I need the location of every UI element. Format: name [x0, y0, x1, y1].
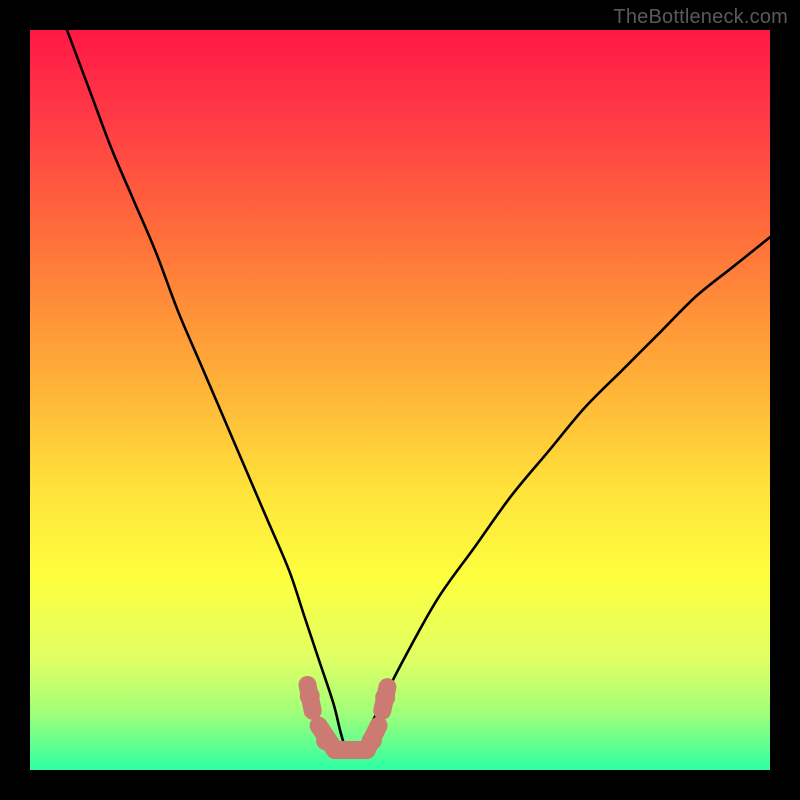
gradient-background [30, 30, 770, 770]
overlay-band-dot [316, 730, 336, 750]
plot-area [30, 30, 770, 770]
watermark-text: TheBottleneck.com [613, 6, 788, 29]
chart-svg [30, 30, 770, 770]
chart-frame: TheBottleneck.com [0, 0, 800, 800]
overlay-band-dot [362, 730, 382, 750]
overlay-band-dot [375, 687, 395, 707]
overlay-band-dot [300, 686, 320, 706]
